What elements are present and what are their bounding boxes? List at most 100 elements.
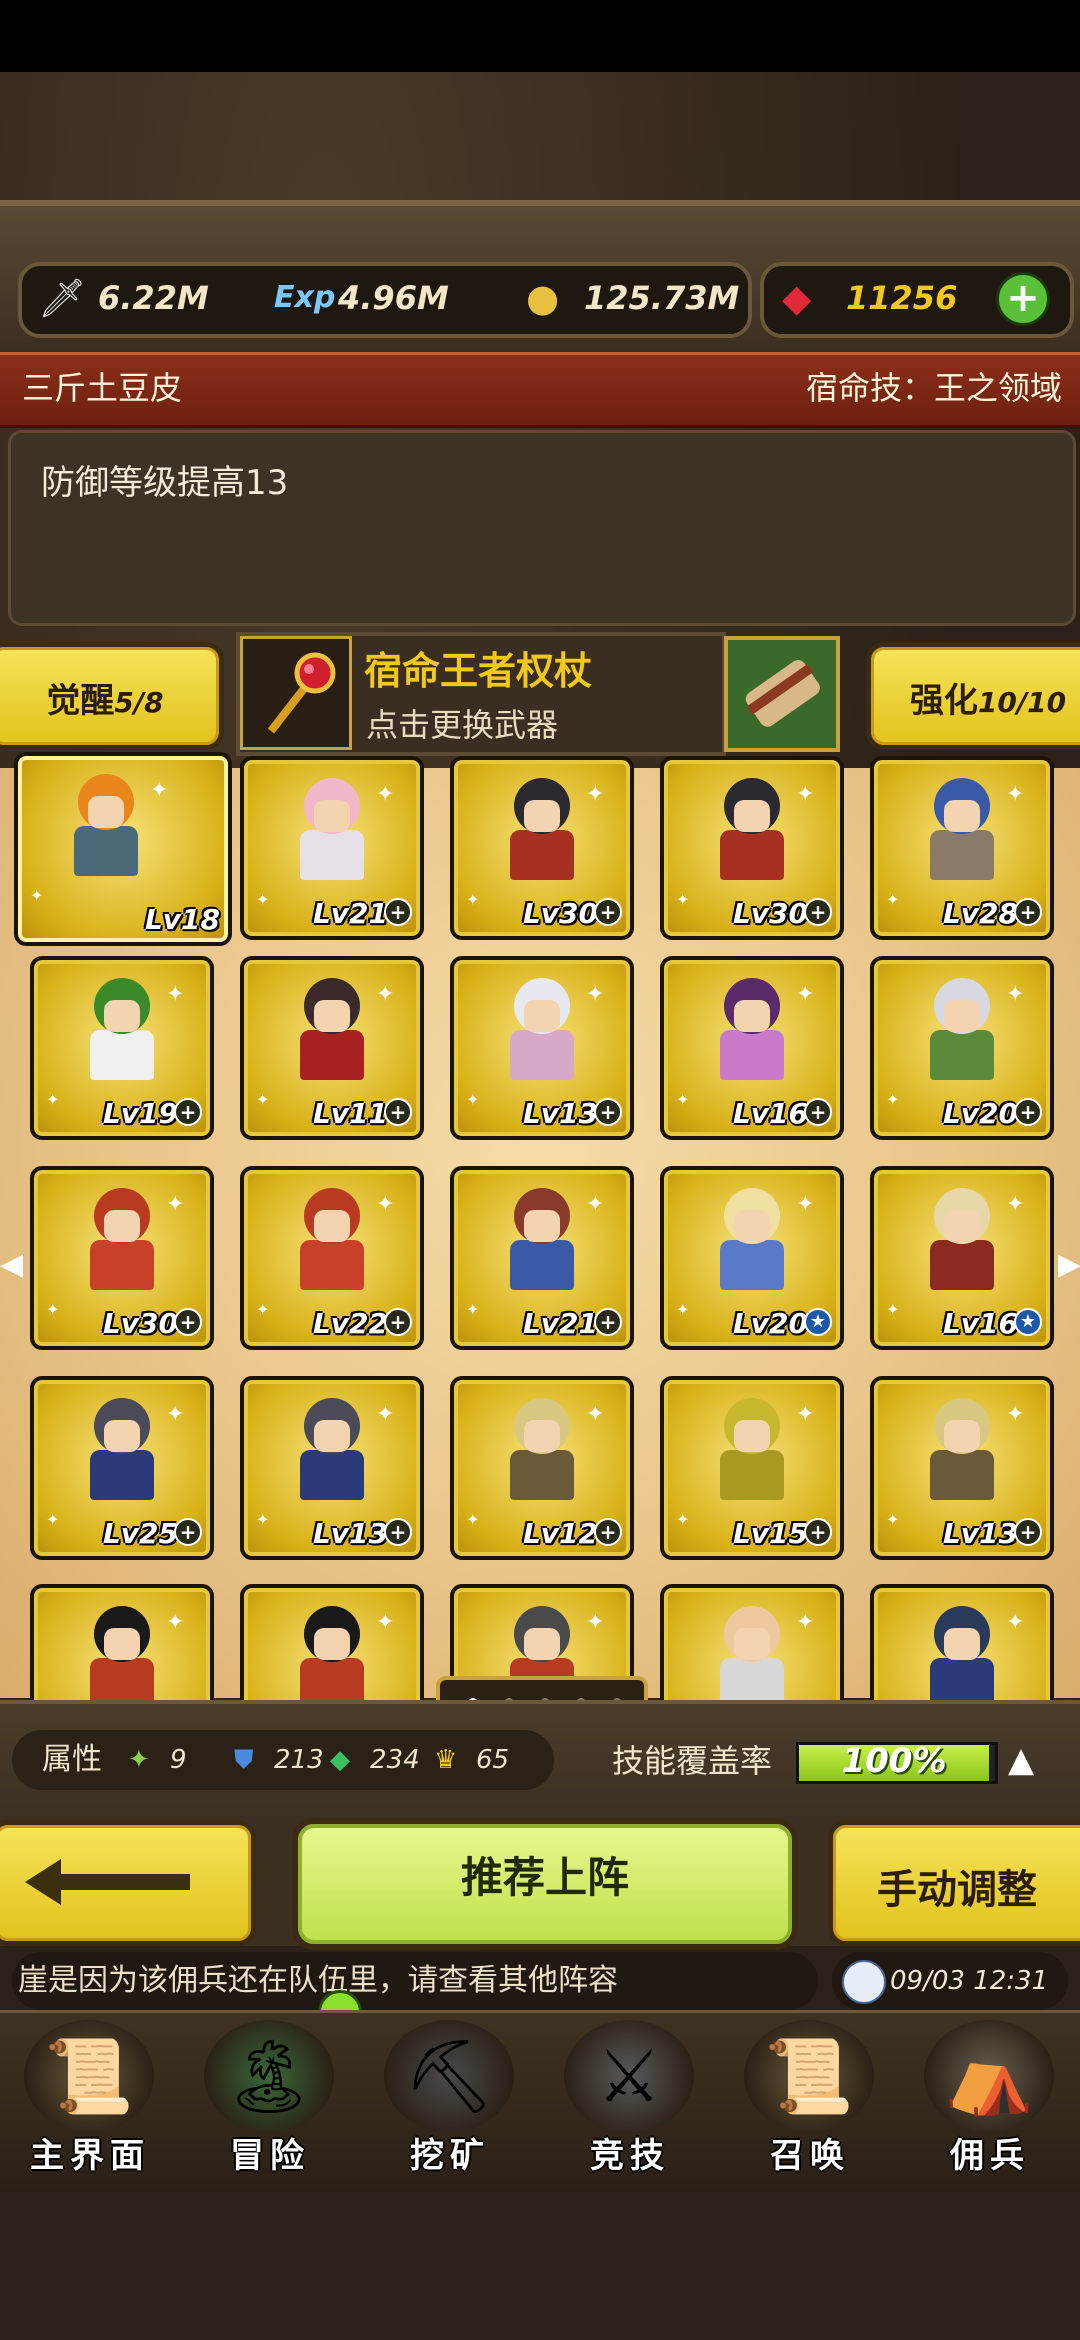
hero-card[interactable]: ✦ ✦ Lv13 + (450, 956, 634, 1140)
upgrade-plus-icon[interactable]: + (804, 898, 832, 926)
recommend-deploy-button[interactable]: 推荐上阵 (292, 1818, 798, 1950)
upgrade-plus-icon[interactable]: + (1014, 898, 1042, 926)
hero-level: Lv22 (312, 1307, 388, 1340)
scroll-right-arrow[interactable]: ▶ (1058, 1245, 1080, 1285)
hero-body (720, 830, 784, 880)
upgrade-plus-icon[interactable]: + (384, 1518, 412, 1546)
hero-card[interactable]: ✦ ✦ Lv16 + (660, 956, 844, 1140)
hero-card[interactable]: ✦ ✦ Lv16 ★ (870, 1166, 1054, 1350)
scepter-icon[interactable] (240, 636, 352, 750)
upgrade-plus-icon[interactable]: + (594, 898, 622, 926)
upgrade-plus-icon[interactable]: + (174, 1098, 202, 1126)
back-button[interactable] (0, 1820, 256, 1946)
upgrade-plus-icon[interactable]: + (594, 1098, 622, 1126)
upgrade-plus-icon[interactable]: + (1014, 1518, 1042, 1546)
gold-coin-icon: ● (526, 276, 560, 320)
hero-body (300, 1240, 364, 1290)
hero-face (524, 1420, 560, 1452)
hero-portrait (912, 778, 1012, 888)
rolled-scroll-icon[interactable] (724, 636, 840, 752)
upgrade-plus-icon[interactable]: + (384, 1098, 412, 1126)
nav-item[interactable]: ⛏ 挖矿 (362, 2016, 538, 2186)
hero-card[interactable]: ✦ ✦ Lv30 + (660, 756, 844, 940)
hero-card[interactable]: ✦ ✦ Lv18 (14, 752, 232, 946)
hero-portrait (492, 978, 592, 1088)
hero-card[interactable]: ✦ ✦ Lv13 + (870, 1376, 1054, 1560)
status-bar (0, 0, 1080, 72)
sparkle-icon: ✦ (1006, 1402, 1025, 1427)
time-value: 09/03 12:31 (890, 1966, 1049, 1996)
hero-card[interactable]: ✦ ✦ Lv19 + (30, 956, 214, 1140)
expand-up-icon[interactable]: ▲ (1008, 1738, 1034, 1782)
nav-item[interactable]: ⚔ 竞技 (542, 2016, 718, 2186)
upgrade-plus-icon[interactable]: + (384, 898, 412, 926)
upgrade-plus-icon[interactable]: + (804, 1518, 832, 1546)
hero-face (104, 1628, 140, 1660)
manual-label: 手动调整 (877, 1867, 1037, 1913)
hero-card[interactable]: ✦ ✦ Lv13 + (240, 1376, 424, 1560)
sparkle-icon: ✦ (376, 982, 395, 1007)
hero-card[interactable]: ✦ ✦ Lv30 + (30, 1166, 214, 1350)
pickaxe-icon: ⛏ (384, 2020, 514, 2132)
fate-skill-label: 宿命技：王之领域 (805, 369, 1062, 407)
add-gems-button[interactable]: + (996, 272, 1050, 326)
weapon-hint: 点击更换武器 (366, 706, 559, 744)
upgrade-plus-icon[interactable]: + (594, 1518, 622, 1546)
hero-card[interactable]: ✦ ✦ Lv12 + (450, 1376, 634, 1560)
upgrade-plus-icon[interactable]: + (384, 1308, 412, 1336)
hero-level: Lv19 (102, 1097, 178, 1130)
upgrade-plus-icon[interactable]: + (1014, 1098, 1042, 1126)
sparkle-icon: ✦ (46, 1090, 60, 1109)
hero-card[interactable]: ✦ ✦ Lv11 + (240, 956, 424, 1140)
hero-card[interactable]: ✦ ✦ Lv20 + (870, 956, 1054, 1140)
sparkle-icon: ✦ (586, 982, 605, 1007)
upgrade-plus-icon[interactable]: + (594, 1308, 622, 1336)
nav-item[interactable]: ⛺ 佣兵 (902, 2016, 1078, 2186)
manual-adjust-button[interactable]: 手动调整 (828, 1820, 1080, 1946)
hero-card[interactable]: ✦ ✦ Lv28 + (870, 756, 1054, 940)
upgrade-plus-icon[interactable]: + (174, 1308, 202, 1336)
scroll-left-arrow[interactable]: ◀ (0, 1245, 23, 1285)
hero-body (90, 1030, 154, 1080)
hero-level: Lv21 (312, 897, 388, 930)
hero-face (944, 1628, 980, 1660)
awaken-button[interactable]: 觉醒5/8 (0, 642, 224, 750)
hero-card[interactable]: ✦ ✦ Lv21 + (240, 756, 424, 940)
attack-value: 6.22M (98, 279, 209, 317)
hero-face (734, 800, 770, 832)
gems-value: 11256 (846, 279, 958, 317)
sparkle-icon: ✦ (166, 982, 185, 1007)
hero-face (104, 1420, 140, 1452)
hero-face (734, 1210, 770, 1242)
hero-level: Lv30 (522, 897, 598, 930)
hero-level: Lv25 (102, 1517, 178, 1550)
defense-value: 213 (274, 1745, 324, 1775)
sparkle-icon: ✦ (376, 1610, 395, 1635)
hero-body (300, 1450, 364, 1500)
nav-item[interactable]: 📜 主界面 (2, 2016, 178, 2186)
hero-face (944, 800, 980, 832)
map-scroll-icon: 📜 (24, 2020, 154, 2132)
hero-card[interactable]: ✦ ✦ Lv15 + (660, 1376, 844, 1560)
upgrade-plus-icon[interactable]: + (804, 1098, 832, 1126)
skill-description: 防御等级提高13 (41, 463, 289, 503)
resource-pill-main: 🗡 6.22M Exp 4.96M ● 125.73M (18, 262, 752, 338)
sparkle-icon: ✦ (166, 1610, 185, 1635)
nav-label: 竞技 (590, 2136, 670, 2176)
nav-item[interactable]: 📜 召唤 (722, 2016, 898, 2186)
hero-card[interactable]: ✦ ✦ Lv21 + (450, 1166, 634, 1350)
hero-portrait (702, 978, 802, 1088)
crown-value: 65 (476, 1745, 510, 1775)
sparkle-icon: ✦ (256, 1090, 270, 1109)
hero-card[interactable]: ✦ ✦ Lv22 + (240, 1166, 424, 1350)
hero-card[interactable]: ✦ ✦ Lv20 ★ (660, 1166, 844, 1350)
sparkle-icon: ✦ (796, 782, 815, 807)
enhance-button[interactable]: 强化10/10 (866, 642, 1080, 750)
hero-card[interactable]: ✦ ✦ Lv30 + (450, 756, 634, 940)
nav-item[interactable]: 🏝 冒险 (182, 2016, 358, 2186)
nav-label: 挖矿 (410, 2136, 490, 2176)
hero-level: Lv13 (942, 1517, 1018, 1550)
hero-card[interactable]: ✦ ✦ Lv25 + (30, 1376, 214, 1560)
upgrade-plus-icon[interactable]: + (174, 1518, 202, 1546)
sparkle-icon: ✦ (166, 1402, 185, 1427)
